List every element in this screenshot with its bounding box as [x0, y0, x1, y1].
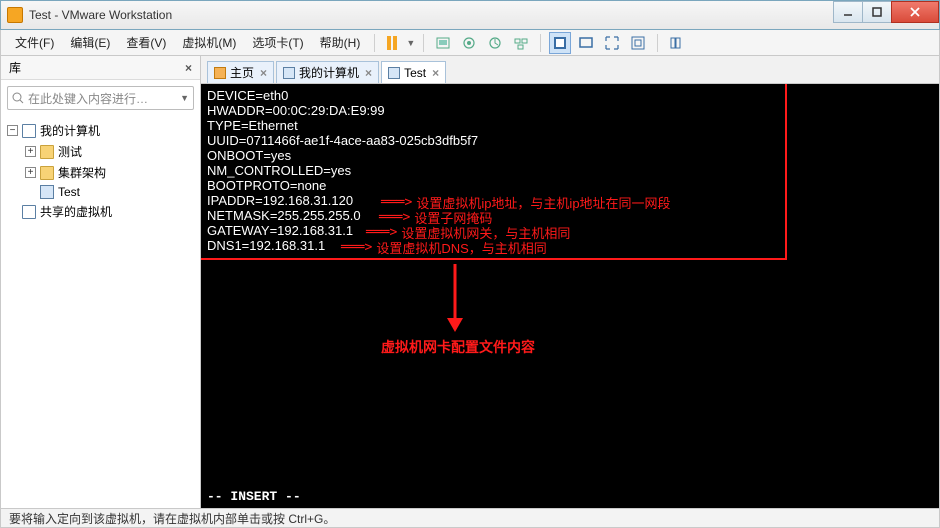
separator	[423, 34, 424, 52]
close-button[interactable]	[891, 1, 939, 23]
search-icon	[12, 92, 24, 104]
annotation-dns: ═══>设置虚拟机DNS，与主机相同	[341, 238, 547, 257]
annotation-down-arrow	[443, 264, 467, 337]
minimize-button[interactable]	[833, 1, 863, 23]
shared-icon	[22, 205, 36, 219]
menu-file[interactable]: 文件(F)	[9, 31, 60, 54]
search-dropdown[interactable]: ▼	[180, 93, 189, 103]
sidebar-title: 库	[9, 59, 21, 76]
tree-item-cluster[interactable]: + 集群架构	[7, 162, 194, 183]
menu-help[interactable]: 帮助(H)	[314, 31, 367, 54]
window-titlebar: Test - VMware Workstation	[0, 0, 940, 30]
separator	[374, 34, 375, 52]
computer-icon	[22, 124, 36, 138]
view-single-button[interactable]	[575, 32, 597, 54]
term-line: HWADDR=00:0C:29:DA:E9:99	[207, 103, 933, 118]
expand-icon[interactable]: +	[25, 167, 36, 178]
snapshot-revert-button[interactable]	[484, 32, 506, 54]
tab-label: Test	[404, 66, 426, 80]
tab-close-icon[interactable]: ×	[363, 66, 372, 80]
expand-icon[interactable]: +	[25, 146, 36, 157]
vm-icon	[40, 185, 54, 199]
menu-view[interactable]: 查看(V)	[120, 31, 172, 54]
tab-mycomputer[interactable]: 我的计算机 ×	[276, 61, 379, 83]
maximize-button[interactable]	[862, 1, 892, 23]
menu-vm[interactable]: 虚拟机(M)	[176, 31, 242, 54]
tab-test[interactable]: Test ×	[381, 61, 446, 83]
tree-label: 共享的虚拟机	[40, 203, 112, 220]
vmware-icon	[7, 7, 23, 23]
collapse-icon[interactable]: −	[7, 125, 18, 136]
folder-icon	[40, 145, 54, 159]
computer-icon	[283, 67, 295, 79]
search-placeholder: 在此处键入内容进行…	[24, 90, 179, 107]
devices-button[interactable]	[432, 32, 454, 54]
status-text: 要将输入定向到该虚拟机，请在虚拟机内部单击或按 Ctrl+G。	[9, 510, 335, 527]
view-console-button[interactable]	[549, 32, 571, 54]
tab-close-icon[interactable]: ×	[430, 66, 439, 80]
tree-root-mycomputer[interactable]: − 我的计算机	[7, 120, 194, 141]
snapshot-manager-button[interactable]	[510, 32, 532, 54]
vm-icon	[388, 67, 400, 79]
tree-label: Test	[58, 185, 80, 199]
snapshot-button[interactable]	[458, 32, 480, 54]
tree-item-test-vm[interactable]: Test	[7, 183, 194, 201]
window-title: Test - VMware Workstation	[29, 8, 834, 22]
term-line: NM_CONTROLLED=yes	[207, 163, 933, 178]
menu-tabs[interactable]: 选项卡(T)	[246, 31, 309, 54]
sidebar-search[interactable]: 在此处键入内容进行… ▼	[7, 86, 194, 110]
tree-label: 测试	[58, 143, 82, 160]
term-line: TYPE=Ethernet	[207, 118, 933, 133]
tab-close-icon[interactable]: ×	[258, 66, 267, 80]
pause-dropdown[interactable]: ▼	[406, 38, 415, 48]
tree-label: 我的计算机	[40, 122, 100, 139]
pause-button[interactable]	[383, 36, 401, 50]
annotation-summary: 虚拟机网卡配置文件内容	[381, 337, 535, 357]
tab-home[interactable]: 主页 ×	[207, 61, 274, 83]
sidebar: 库 × 在此处键入内容进行… ▼ − 我的计算机 + 测试 + 集群架构	[1, 56, 201, 508]
tree-item-test-folder[interactable]: + 测试	[7, 141, 194, 162]
library-button[interactable]	[666, 32, 688, 54]
tab-label: 我的计算机	[299, 64, 359, 81]
content-area: 主页 × 我的计算机 × Test × DEVICE=eth0 HWADDR=0…	[201, 56, 939, 508]
status-bar: 要将输入定向到该虚拟机，请在虚拟机内部单击或按 Ctrl+G。	[0, 508, 940, 528]
term-line: DEVICE=eth0	[207, 88, 933, 103]
fullscreen-button[interactable]	[601, 32, 623, 54]
sidebar-close-icon[interactable]: ×	[185, 61, 192, 75]
term-line: UUID=0711466f-ae1f-4ace-aa83-025cb3dfb5f…	[207, 133, 933, 148]
unity-button[interactable]	[627, 32, 649, 54]
home-icon	[214, 67, 226, 79]
menu-bar: 文件(F) 编辑(E) 查看(V) 虚拟机(M) 选项卡(T) 帮助(H) ▼	[0, 30, 940, 56]
tree-shared-vms[interactable]: 共享的虚拟机	[7, 201, 194, 222]
term-line: BOOTPROTO=none	[207, 178, 933, 193]
separator	[540, 34, 541, 52]
tree-label: 集群架构	[58, 164, 106, 181]
sidebar-header: 库 ×	[1, 56, 200, 80]
terminal-viewport[interactable]: DEVICE=eth0 HWADDR=00:0C:29:DA:E9:99 TYP…	[201, 84, 939, 508]
sidebar-tree: − 我的计算机 + 测试 + 集群架构 Test	[1, 116, 200, 508]
terminal-mode: -- INSERT --	[207, 489, 301, 504]
term-line: ONBOOT=yes	[207, 148, 933, 163]
separator	[657, 34, 658, 52]
menu-edit[interactable]: 编辑(E)	[64, 31, 116, 54]
main-container: 库 × 在此处键入内容进行… ▼ − 我的计算机 + 测试 + 集群架构	[0, 56, 940, 508]
folder-icon	[40, 166, 54, 180]
tab-label: 主页	[230, 64, 254, 81]
tab-strip: 主页 × 我的计算机 × Test ×	[201, 56, 939, 84]
